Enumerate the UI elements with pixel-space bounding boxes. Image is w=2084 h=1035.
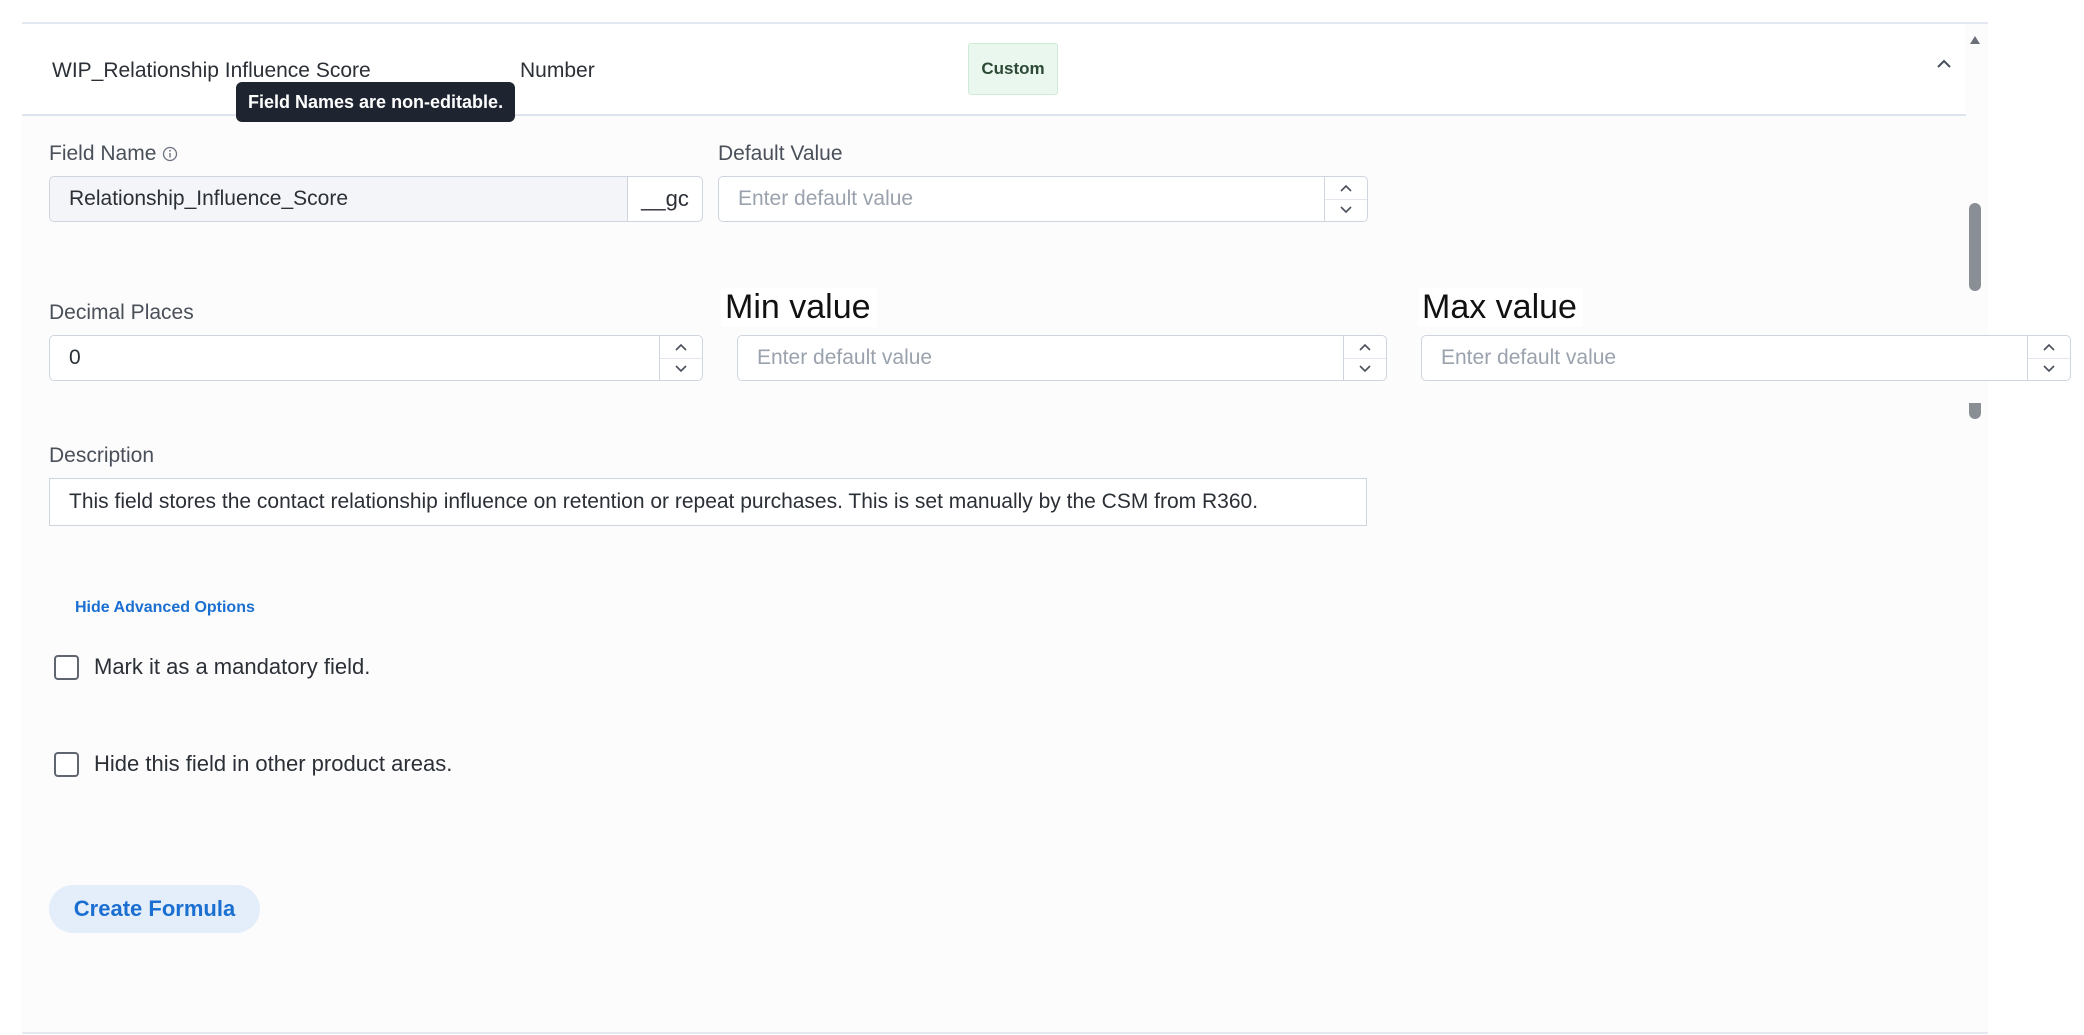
chevron-up-icon	[1340, 184, 1352, 192]
field-name-suffix: __gc	[627, 177, 702, 221]
decimal-places-value: 0	[69, 346, 81, 369]
field-name-label-group: Field Name	[49, 142, 178, 166]
decimal-places-stepper[interactable]	[659, 336, 702, 380]
decimal-places-input[interactable]: 0	[49, 335, 703, 381]
chevron-up-icon[interactable]	[1932, 52, 1956, 76]
field-name-tooltip: Field Names are non-editable.	[236, 82, 516, 122]
decrement-button[interactable]	[660, 359, 702, 381]
scrollbar-thumb[interactable]	[1969, 203, 1981, 291]
chevron-down-icon	[1340, 206, 1352, 214]
min-value-placeholder: Enter default value	[757, 346, 933, 369]
min-value-label: Min value	[721, 288, 877, 327]
max-value-input[interactable]: Enter default value	[1421, 335, 2071, 381]
min-value-stepper[interactable]	[1343, 336, 1386, 380]
chevron-down-icon	[2043, 365, 2055, 373]
decimal-places-label: Decimal Places	[49, 301, 194, 324]
default-value-stepper[interactable]	[1324, 177, 1367, 221]
field-name-value: Relationship_Influence_Score	[69, 187, 349, 210]
scroll-up-arrow-icon[interactable]	[1969, 34, 1981, 46]
max-value-placeholder: Enter default value	[1441, 346, 1617, 369]
default-value-placeholder: Enter default value	[738, 187, 914, 210]
decrement-button[interactable]	[1344, 359, 1386, 381]
description-input[interactable]: This field stores the contact relationsh…	[49, 478, 1367, 526]
field-config-panel: WIP_Relationship Influence Score Number …	[22, 22, 1988, 1034]
field-name-input[interactable]: Relationship_Influence_Score __gc	[49, 176, 703, 222]
hide-field-option[interactable]: Hide this field in other product areas.	[54, 751, 452, 777]
scrollbar-track-end[interactable]	[1969, 403, 1981, 419]
default-value-label: Default Value	[718, 142, 843, 165]
hide-advanced-options-link[interactable]: Hide Advanced Options	[75, 599, 255, 617]
mandatory-field-option[interactable]: Mark it as a mandatory field.	[54, 654, 370, 680]
increment-button[interactable]	[1344, 336, 1386, 359]
custom-badge: Custom	[968, 43, 1058, 95]
create-formula-button[interactable]: Create Formula	[49, 885, 260, 933]
chevron-up-icon	[2043, 343, 2055, 351]
chevron-down-icon	[675, 365, 687, 373]
increment-button[interactable]	[660, 336, 702, 359]
field-type: Number	[520, 59, 595, 82]
decrement-button[interactable]	[1325, 200, 1367, 222]
hide-field-checkbox[interactable]	[54, 751, 79, 777]
max-value-label: Max value	[1418, 288, 1583, 327]
max-value-stepper[interactable]	[2027, 336, 2070, 380]
mandatory-field-label: Mark it as a mandatory field.	[94, 654, 371, 679]
mandatory-field-checkbox[interactable]	[54, 654, 79, 680]
min-value-input[interactable]: Enter default value	[737, 335, 1387, 381]
chevron-down-icon	[1359, 365, 1371, 373]
chevron-up-icon	[1359, 343, 1371, 351]
hide-field-label: Hide this field in other product areas.	[94, 751, 453, 776]
increment-button[interactable]	[1325, 177, 1367, 200]
decrement-button[interactable]	[2028, 359, 2070, 381]
chevron-up-icon	[675, 343, 687, 351]
description-label: Description	[49, 444, 155, 467]
increment-button[interactable]	[2028, 336, 2070, 359]
field-display-name: WIP_Relationship Influence Score	[52, 59, 371, 82]
info-icon[interactable]	[162, 146, 178, 162]
default-value-input[interactable]: Enter default value	[718, 176, 1368, 222]
field-name-label: Field Name	[49, 142, 157, 165]
